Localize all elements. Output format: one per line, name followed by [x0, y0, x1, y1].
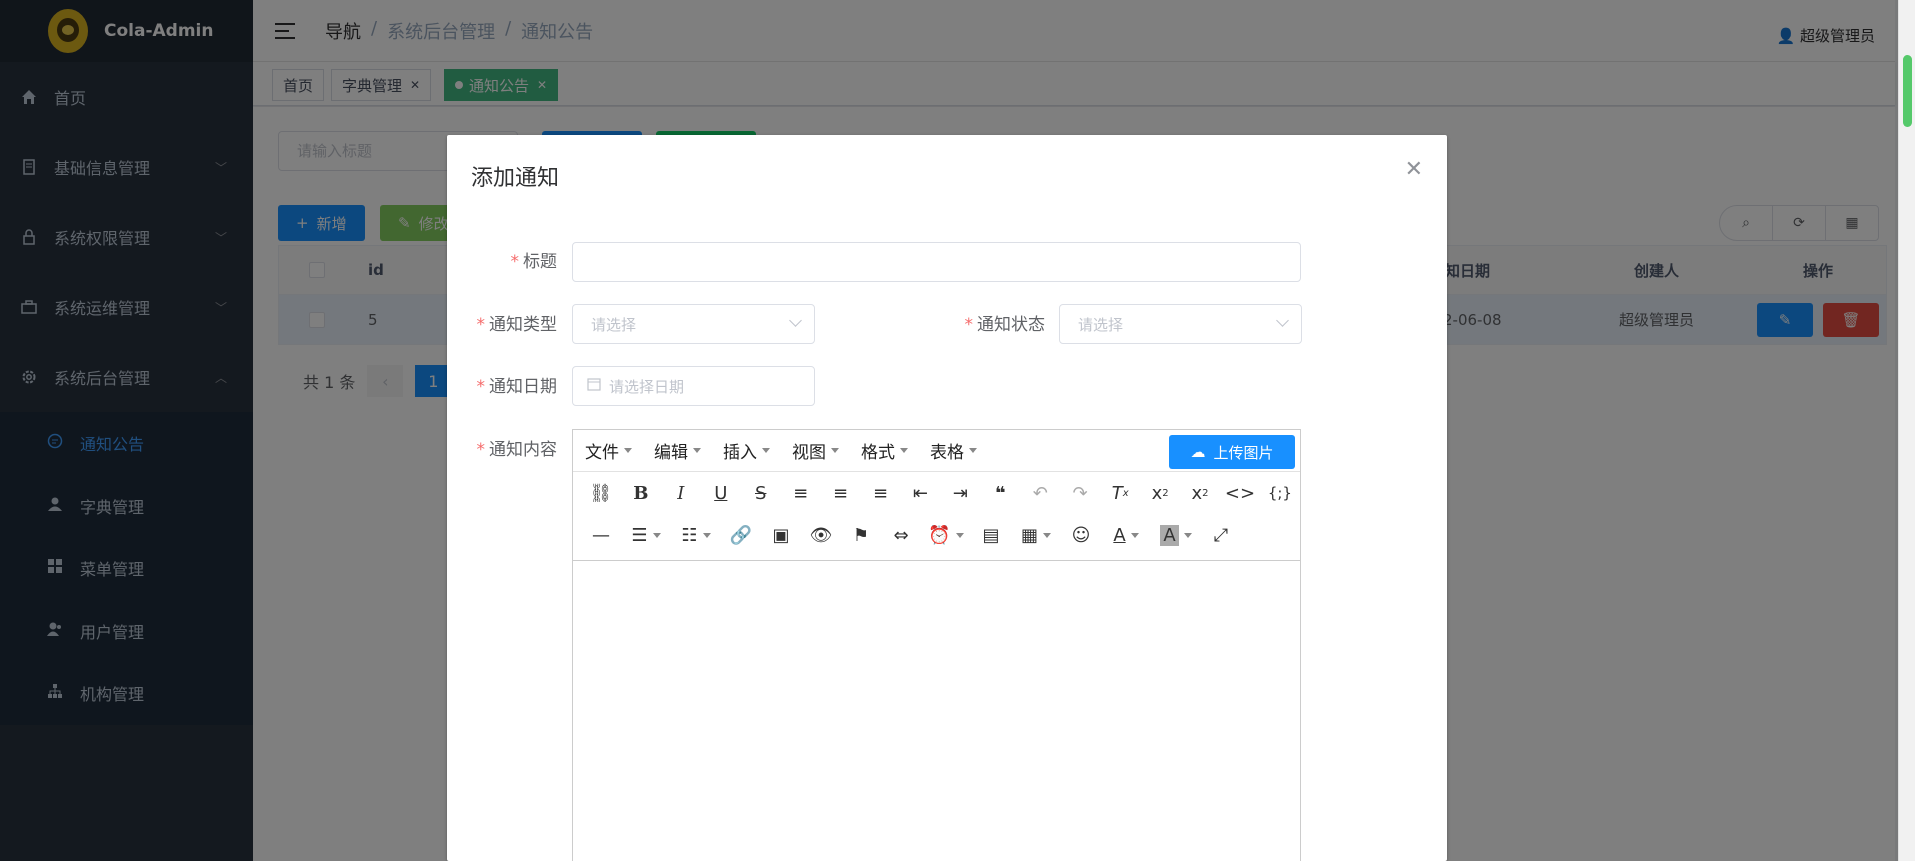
numbered-list-icon[interactable]: ☷	[671, 519, 721, 551]
date-label: * 通知日期	[476, 377, 558, 397]
menu-table[interactable]: 表格	[930, 438, 977, 463]
required-mark: *	[964, 315, 974, 335]
close-icon[interactable]: ✕	[1405, 157, 1423, 182]
table-icon[interactable]: ▦	[1011, 519, 1061, 551]
subscript-icon[interactable]: x2	[1140, 477, 1180, 509]
superscript-icon[interactable]: x2	[1180, 477, 1220, 509]
status-select[interactable]: 请选择	[1059, 304, 1302, 344]
chevron-down-icon	[1276, 314, 1289, 327]
image-icon[interactable]: ▣	[761, 519, 801, 551]
blockquote-icon[interactable]: ❝	[980, 477, 1020, 509]
undo-icon[interactable]: ↶	[1020, 477, 1060, 509]
page-break-icon[interactable]: ⇔	[881, 519, 921, 551]
required-mark: *	[510, 252, 520, 272]
page-scrollbar[interactable]	[1898, 0, 1915, 861]
find-replace-icon[interactable]: ⛓	[581, 477, 621, 509]
required-mark: *	[476, 440, 486, 460]
code-sample-icon[interactable]: {;}	[1260, 477, 1300, 509]
bullet-list-icon[interactable]: ☰	[621, 519, 671, 551]
rich-text-editor: 文件 编辑 插入 视图 格式 表格 ☁ 上传图片 ⛓ B I U S ≡ ≡ ≡…	[572, 429, 1301, 861]
bold-icon[interactable]: B	[621, 477, 661, 509]
type-select-placeholder: 请选择	[591, 315, 637, 334]
menu-edit[interactable]: 编辑	[654, 438, 701, 463]
clear-format-icon[interactable]: Tx	[1100, 477, 1140, 509]
horizontal-rule-icon[interactable]: —	[581, 519, 621, 551]
align-center-icon[interactable]: ≡	[821, 477, 861, 509]
calendar-icon	[587, 377, 601, 395]
title-input[interactable]	[572, 242, 1301, 282]
background-color-icon[interactable]: A	[1151, 519, 1201, 551]
emoji-icon[interactable]: ☺	[1061, 519, 1101, 551]
bookmark-icon[interactable]: ⚑	[841, 519, 881, 551]
title-label: * 标题	[510, 252, 558, 272]
outdent-icon[interactable]: ⇤	[901, 477, 941, 509]
indent-icon[interactable]: ⇥	[940, 477, 980, 509]
menu-file[interactable]: 文件	[585, 438, 632, 463]
text-color-icon[interactable]: A	[1101, 519, 1151, 551]
editor-toolbar-row-2: — ☰ ☷ 🔗 ▣ 👁 ⚑ ⇔ ⏰ ▤ ▦ ☺ A A ⤢	[573, 514, 1300, 556]
add-notice-dialog: 添加通知 ✕ * 标题 * 通知类型 请选择 * 通知状态 请选择 * 通知日期 请选择…	[447, 135, 1447, 861]
editor-menubar: 文件 编辑 插入 视图 格式 表格 ☁ 上传图片	[573, 430, 1300, 472]
link-icon[interactable]: 🔗	[721, 519, 761, 551]
required-mark: *	[476, 377, 486, 397]
underline-icon[interactable]: U	[701, 477, 741, 509]
type-label: * 通知类型	[476, 315, 558, 335]
redo-icon[interactable]: ↷	[1060, 477, 1100, 509]
fullscreen-icon[interactable]: ⤢	[1201, 519, 1241, 551]
datetime-icon[interactable]: ⏰	[921, 519, 971, 551]
date-picker-placeholder: 请选择日期	[609, 377, 685, 396]
code-icon[interactable]: <>	[1220, 477, 1260, 509]
required-mark: *	[476, 315, 486, 335]
italic-icon[interactable]: I	[661, 477, 701, 509]
date-picker[interactable]: 请选择日期	[572, 366, 815, 406]
editor-toolbar-row-1: ⛓ B I U S ≡ ≡ ≡ ⇤ ⇥ ❝ ↶ ↷ Tx x2 x2 <> {;…	[573, 472, 1300, 514]
dialog-title: 添加通知	[471, 166, 560, 191]
align-left-icon[interactable]: ≡	[781, 477, 821, 509]
content-label: * 通知内容	[476, 440, 558, 460]
upload-image-button[interactable]: ☁ 上传图片	[1169, 435, 1295, 469]
menu-format[interactable]: 格式	[861, 438, 908, 463]
preview-icon[interactable]: 👁	[801, 519, 841, 551]
status-label: * 通知状态	[964, 315, 1046, 335]
strikethrough-icon[interactable]: S	[741, 477, 781, 509]
chevron-down-icon	[789, 314, 802, 327]
type-select[interactable]: 请选择	[572, 304, 815, 344]
media-icon[interactable]: ▤	[971, 519, 1011, 551]
status-select-placeholder: 请选择	[1078, 315, 1124, 334]
scrollbar-thumb[interactable]	[1903, 55, 1912, 127]
upload-image-label: 上传图片	[1213, 443, 1274, 462]
align-right-icon[interactable]: ≡	[861, 477, 901, 509]
menu-view[interactable]: 视图	[792, 438, 839, 463]
editor-content-area[interactable]	[573, 560, 1300, 861]
cloud-upload-icon: ☁	[1190, 443, 1206, 461]
menu-insert[interactable]: 插入	[723, 438, 770, 463]
